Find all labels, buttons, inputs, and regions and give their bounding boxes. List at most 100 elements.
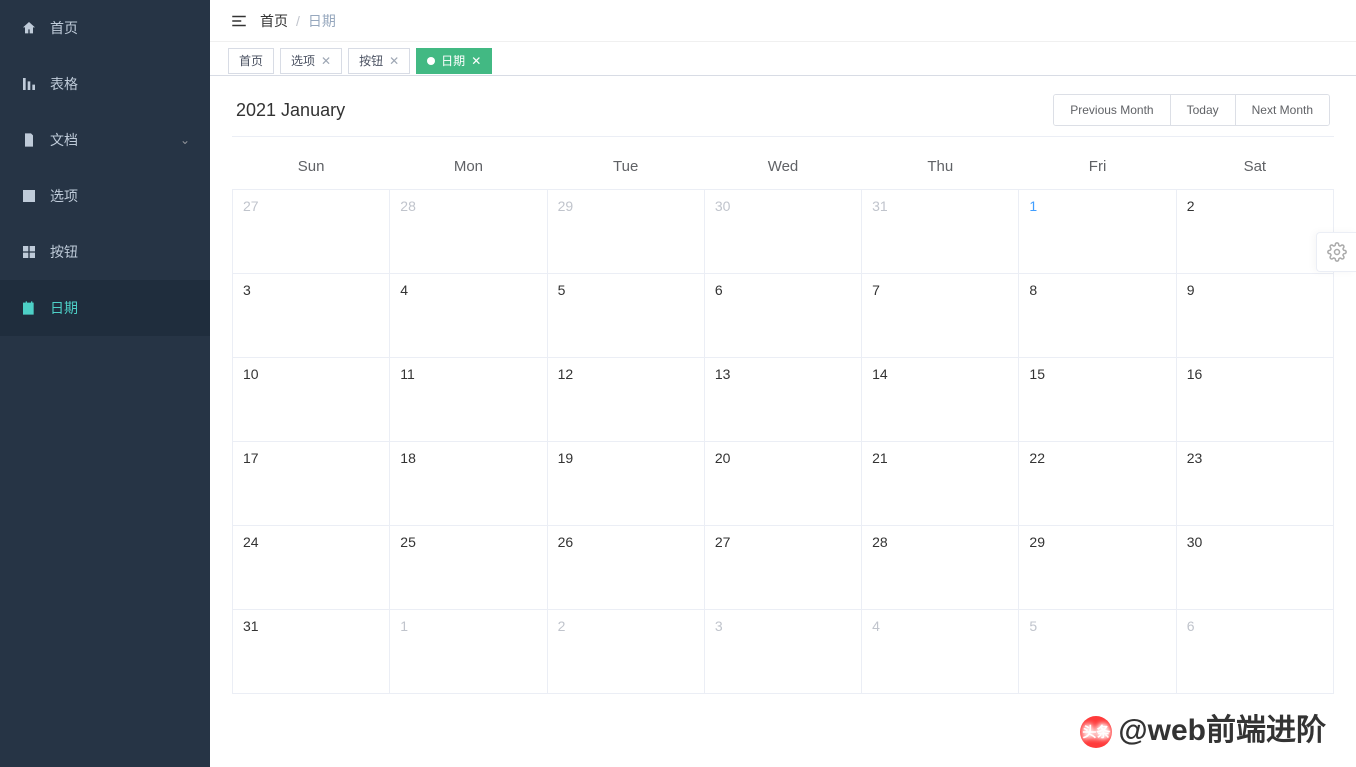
calendar-cell[interactable]: 12 bbox=[547, 357, 704, 441]
sidebar-item-label: 表格 bbox=[50, 74, 78, 94]
calendar-cell[interactable]: 30 bbox=[704, 189, 861, 273]
calendar-title: 2021 January bbox=[236, 100, 345, 121]
calendar-cell[interactable]: 2 bbox=[547, 609, 704, 693]
tab-label: 首页 bbox=[239, 52, 263, 69]
close-icon[interactable]: ✕ bbox=[321, 54, 331, 68]
day-number: 9 bbox=[1187, 282, 1195, 298]
calendar-cell[interactable]: 31 bbox=[862, 189, 1019, 273]
day-number: 25 bbox=[400, 534, 416, 550]
calendar-cell[interactable]: 5 bbox=[1019, 609, 1176, 693]
prev-month-button[interactable]: Previous Month bbox=[1054, 95, 1169, 125]
calendar-cell[interactable]: 4 bbox=[862, 609, 1019, 693]
day-number: 8 bbox=[1029, 282, 1037, 298]
doc-icon bbox=[20, 131, 38, 149]
day-number: 1 bbox=[1029, 198, 1037, 214]
day-number: 29 bbox=[558, 198, 574, 214]
calendar-cell[interactable]: 13 bbox=[704, 357, 861, 441]
sidebar-item-table[interactable]: 表格 bbox=[0, 56, 210, 112]
calendar-cell[interactable]: 7 bbox=[862, 273, 1019, 357]
day-number: 29 bbox=[1029, 534, 1045, 550]
calendar-cell[interactable]: 15 bbox=[1019, 357, 1176, 441]
chart-icon bbox=[20, 75, 38, 93]
close-icon[interactable]: ✕ bbox=[389, 54, 399, 68]
next-month-button[interactable]: Next Month bbox=[1235, 95, 1329, 125]
settings-button[interactable] bbox=[1316, 232, 1356, 272]
calendar-cell[interactable]: 22 bbox=[1019, 441, 1176, 525]
tab-options[interactable]: 选项 ✕ bbox=[280, 48, 342, 74]
calendar-cell[interactable]: 25 bbox=[390, 525, 547, 609]
calendar-cell[interactable]: 24 bbox=[233, 525, 390, 609]
calendar-cell[interactable]: 4 bbox=[390, 273, 547, 357]
calendar-cell[interactable]: 19 bbox=[547, 441, 704, 525]
day-number: 19 bbox=[558, 450, 574, 466]
calendar-cell[interactable]: 3 bbox=[704, 609, 861, 693]
calendar-cell[interactable]: 31 bbox=[233, 609, 390, 693]
home-icon bbox=[20, 19, 38, 37]
day-number: 10 bbox=[243, 366, 259, 382]
calendar-cell[interactable]: 2 bbox=[1176, 189, 1333, 273]
day-number: 30 bbox=[715, 198, 731, 214]
calendar-cell[interactable]: 14 bbox=[862, 357, 1019, 441]
weekday-header: Mon bbox=[390, 145, 547, 189]
calendar-cell[interactable]: 21 bbox=[862, 441, 1019, 525]
day-number: 13 bbox=[715, 366, 731, 382]
calendar-cell[interactable]: 8 bbox=[1019, 273, 1176, 357]
sidebar-item-label: 选项 bbox=[50, 186, 78, 206]
sidebar-item-home[interactable]: 首页 bbox=[0, 0, 210, 56]
calendar-grid: SunMonTueWedThuFriSat 272829303112345678… bbox=[232, 145, 1334, 694]
calendar-cell[interactable]: 28 bbox=[862, 525, 1019, 609]
calendar-cell[interactable]: 5 bbox=[547, 273, 704, 357]
calendar-cell[interactable]: 20 bbox=[704, 441, 861, 525]
sidebar-item-options[interactable]: 选项 bbox=[0, 168, 210, 224]
sidebar-item-date[interactable]: 日期 bbox=[0, 280, 210, 336]
day-number: 6 bbox=[1187, 618, 1195, 634]
tab-buttons[interactable]: 按钮 ✕ bbox=[348, 48, 410, 74]
breadcrumb-home[interactable]: 首页 bbox=[260, 11, 288, 31]
day-number: 17 bbox=[243, 450, 259, 466]
calendar-cell[interactable]: 1 bbox=[390, 609, 547, 693]
today-button[interactable]: Today bbox=[1170, 95, 1235, 125]
calendar-cell[interactable]: 11 bbox=[390, 357, 547, 441]
calendar-cell[interactable]: 27 bbox=[233, 189, 390, 273]
calendar-cell[interactable]: 10 bbox=[233, 357, 390, 441]
calendar-cell[interactable]: 23 bbox=[1176, 441, 1333, 525]
sidebar-item-buttons[interactable]: 按钮 bbox=[0, 224, 210, 280]
day-number: 31 bbox=[872, 198, 888, 214]
day-number: 28 bbox=[400, 198, 416, 214]
calendar-icon bbox=[20, 299, 38, 317]
calendar-cell[interactable]: 18 bbox=[390, 441, 547, 525]
day-number: 2 bbox=[558, 618, 566, 634]
sidebar-item-label: 首页 bbox=[50, 18, 78, 38]
sidebar-item-docs[interactable]: 文档 ⌄ bbox=[0, 112, 210, 168]
day-number: 15 bbox=[1029, 366, 1045, 382]
tab-label: 按钮 bbox=[359, 52, 383, 69]
calendar-cell[interactable]: 1 bbox=[1019, 189, 1176, 273]
day-number: 12 bbox=[558, 366, 574, 382]
close-icon[interactable]: ✕ bbox=[471, 54, 481, 68]
day-number: 4 bbox=[872, 618, 880, 634]
calendar-nav: Previous Month Today Next Month bbox=[1053, 94, 1330, 126]
tab-home[interactable]: 首页 bbox=[228, 48, 274, 74]
day-number: 14 bbox=[872, 366, 888, 382]
calendar-cell[interactable]: 28 bbox=[390, 189, 547, 273]
calendar-cell[interactable]: 26 bbox=[547, 525, 704, 609]
calendar-cell[interactable]: 29 bbox=[547, 189, 704, 273]
gear-icon bbox=[1327, 242, 1347, 262]
calendar-cell[interactable]: 27 bbox=[704, 525, 861, 609]
calendar-cell[interactable]: 17 bbox=[233, 441, 390, 525]
tab-label: 日期 bbox=[441, 52, 465, 69]
calendar-cell[interactable]: 6 bbox=[1176, 609, 1333, 693]
calendar-cell[interactable]: 16 bbox=[1176, 357, 1333, 441]
calendar-cell[interactable]: 29 bbox=[1019, 525, 1176, 609]
menu-toggle-icon[interactable] bbox=[230, 12, 248, 30]
day-number: 1 bbox=[400, 618, 408, 634]
calendar-cell[interactable]: 9 bbox=[1176, 273, 1333, 357]
calendar-cell[interactable]: 6 bbox=[704, 273, 861, 357]
calendar-cell[interactable]: 3 bbox=[233, 273, 390, 357]
day-number: 5 bbox=[558, 282, 566, 298]
calendar-cell[interactable]: 30 bbox=[1176, 525, 1333, 609]
weekday-header: Fri bbox=[1019, 145, 1176, 189]
tab-date[interactable]: 日期 ✕ bbox=[416, 48, 492, 74]
main: 首页 / 日期 首页 选项 ✕ 按钮 ✕ 日期 ✕ 2021 January P… bbox=[210, 0, 1356, 767]
day-number: 6 bbox=[715, 282, 723, 298]
